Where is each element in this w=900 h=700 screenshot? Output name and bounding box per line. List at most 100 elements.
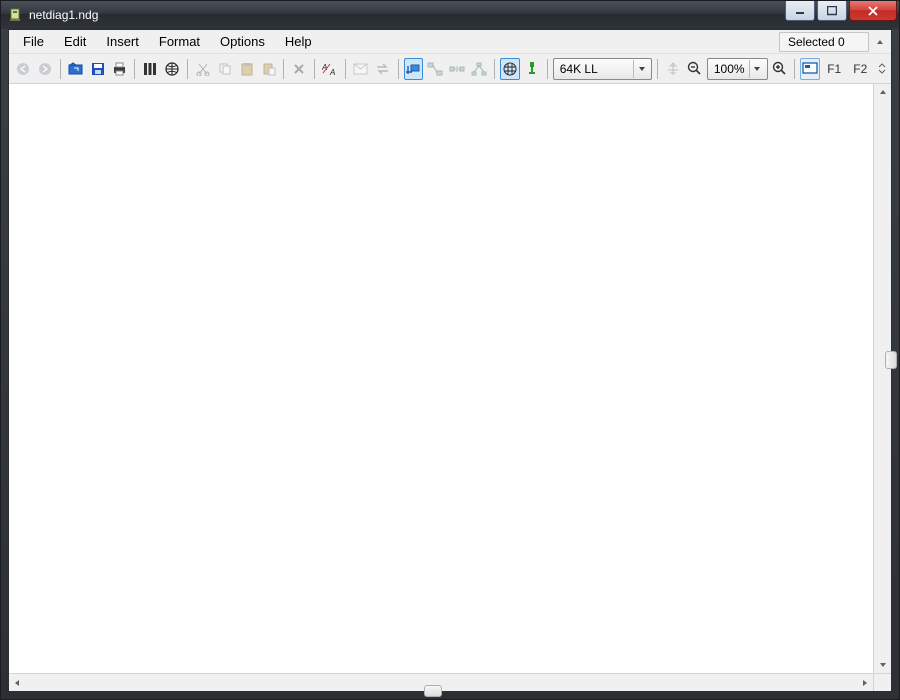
menu-help[interactable]: Help	[275, 31, 322, 52]
grid-icon	[503, 62, 517, 76]
menu-options[interactable]: Options	[210, 31, 275, 52]
back-arrow-icon	[16, 62, 30, 76]
toolbar-separator	[494, 59, 495, 79]
toolbar-separator	[547, 59, 548, 79]
screen-fit-icon	[802, 62, 818, 75]
columns-icon	[143, 62, 157, 76]
window-controls	[785, 1, 899, 21]
scroll-down-icon[interactable]	[875, 657, 891, 673]
menu-edit[interactable]: Edit	[54, 31, 96, 52]
forward-button[interactable]	[35, 58, 55, 80]
f2-label: F2	[853, 62, 867, 76]
toolbar-separator	[187, 59, 188, 79]
toolbar-separator	[283, 59, 284, 79]
scissors-icon	[196, 62, 210, 76]
expand-button[interactable]	[447, 58, 467, 80]
copy-button[interactable]	[215, 58, 235, 80]
chevron-down-icon	[633, 60, 649, 78]
paste-special-button[interactable]	[259, 58, 279, 80]
screen-fit-button[interactable]	[800, 58, 820, 80]
magnify-plus-icon	[772, 61, 787, 76]
horizontal-scrollbar[interactable]	[9, 673, 873, 691]
toolbar-separator	[794, 59, 795, 79]
zoom-in-button[interactable]	[770, 58, 790, 80]
forward-arrow-icon	[38, 62, 52, 76]
add-node-icon	[406, 62, 422, 76]
format-ab-icon: AA	[322, 62, 338, 76]
email-button[interactable]	[351, 58, 371, 80]
vertical-scrollbar[interactable]	[873, 84, 891, 673]
connector-green-icon	[526, 61, 538, 77]
canvas[interactable]	[9, 84, 873, 673]
alignment-button[interactable]	[663, 58, 683, 80]
zoom-combo-value: 100%	[714, 62, 745, 76]
paste-button[interactable]	[237, 58, 257, 80]
cut-button[interactable]	[193, 58, 213, 80]
swap-button[interactable]	[373, 58, 393, 80]
app-window: netdiag1.ndg File Edit Insert Format Opt…	[0, 0, 900, 700]
hscroll-thumb[interactable]	[424, 685, 442, 697]
printer-icon	[112, 62, 127, 76]
globe-icon	[165, 62, 179, 76]
zoom-out-button[interactable]	[685, 58, 705, 80]
maximize-button[interactable]	[817, 1, 847, 21]
columns-button[interactable]	[140, 58, 160, 80]
connector-button[interactable]	[522, 58, 542, 80]
floppy-icon	[91, 62, 105, 76]
f2-button[interactable]: F2	[848, 58, 872, 80]
workspace	[9, 84, 891, 691]
print-button[interactable]	[109, 58, 129, 80]
paste-special-icon	[262, 62, 276, 76]
format-ab-button[interactable]: AA	[320, 58, 340, 80]
toolbar-separator	[345, 59, 346, 79]
expand-nodes-icon	[449, 62, 465, 76]
delete-x-icon	[292, 62, 306, 76]
swap-arrows-icon	[375, 62, 390, 76]
grid-button[interactable]	[500, 58, 520, 80]
copy-icon	[218, 62, 232, 76]
envelope-icon	[353, 63, 368, 75]
toolbar-separator	[657, 59, 658, 79]
f1-button[interactable]: F1	[822, 58, 846, 80]
vscroll-thumb[interactable]	[885, 351, 897, 369]
scroll-up-icon[interactable]	[875, 84, 891, 100]
menubar-scroll-up-icon[interactable]	[873, 35, 887, 49]
scroll-right-icon[interactable]	[857, 675, 873, 691]
scroll-corner	[873, 673, 891, 691]
chevron-down-icon	[749, 60, 765, 78]
delete-button[interactable]	[289, 58, 309, 80]
toolbar-separator	[60, 59, 61, 79]
minimize-button[interactable]	[785, 1, 815, 21]
open-button[interactable]	[66, 58, 86, 80]
speed-combo-value: 64K LL	[560, 62, 598, 76]
magnify-minus-icon	[687, 61, 702, 76]
window-title: netdiag1.ndg	[29, 8, 98, 22]
selection-status: Selected 0	[779, 32, 869, 52]
relay-button[interactable]	[425, 58, 445, 80]
back-button[interactable]	[13, 58, 33, 80]
menu-insert[interactable]: Insert	[96, 31, 149, 52]
menubar: File Edit Insert Format Options Help Sel…	[9, 30, 891, 54]
zoom-combo[interactable]: 100%	[707, 58, 768, 80]
add-node-button[interactable]	[404, 58, 424, 80]
svg-text:A: A	[329, 68, 335, 76]
cluster-button[interactable]	[469, 58, 489, 80]
nodes-linked-icon	[427, 62, 443, 76]
menu-file[interactable]: File	[13, 31, 54, 52]
f1-label: F1	[827, 62, 841, 76]
toolbar-overflow-icon[interactable]	[876, 58, 887, 80]
app-icon	[7, 7, 23, 23]
cluster-nodes-icon	[471, 62, 487, 76]
close-button[interactable]	[849, 1, 897, 21]
speed-combo[interactable]: 64K LL	[553, 58, 652, 80]
toolbar-separator	[314, 59, 315, 79]
titlebar[interactable]: netdiag1.ndg	[1, 1, 899, 29]
alignment-icon	[665, 62, 681, 76]
save-button[interactable]	[88, 58, 108, 80]
globe-button[interactable]	[162, 58, 182, 80]
scroll-left-icon[interactable]	[9, 675, 25, 691]
toolbar-separator	[398, 59, 399, 79]
folder-open-icon	[68, 62, 84, 76]
menu-format[interactable]: Format	[149, 31, 210, 52]
client-area: File Edit Insert Format Options Help Sel…	[8, 29, 892, 692]
